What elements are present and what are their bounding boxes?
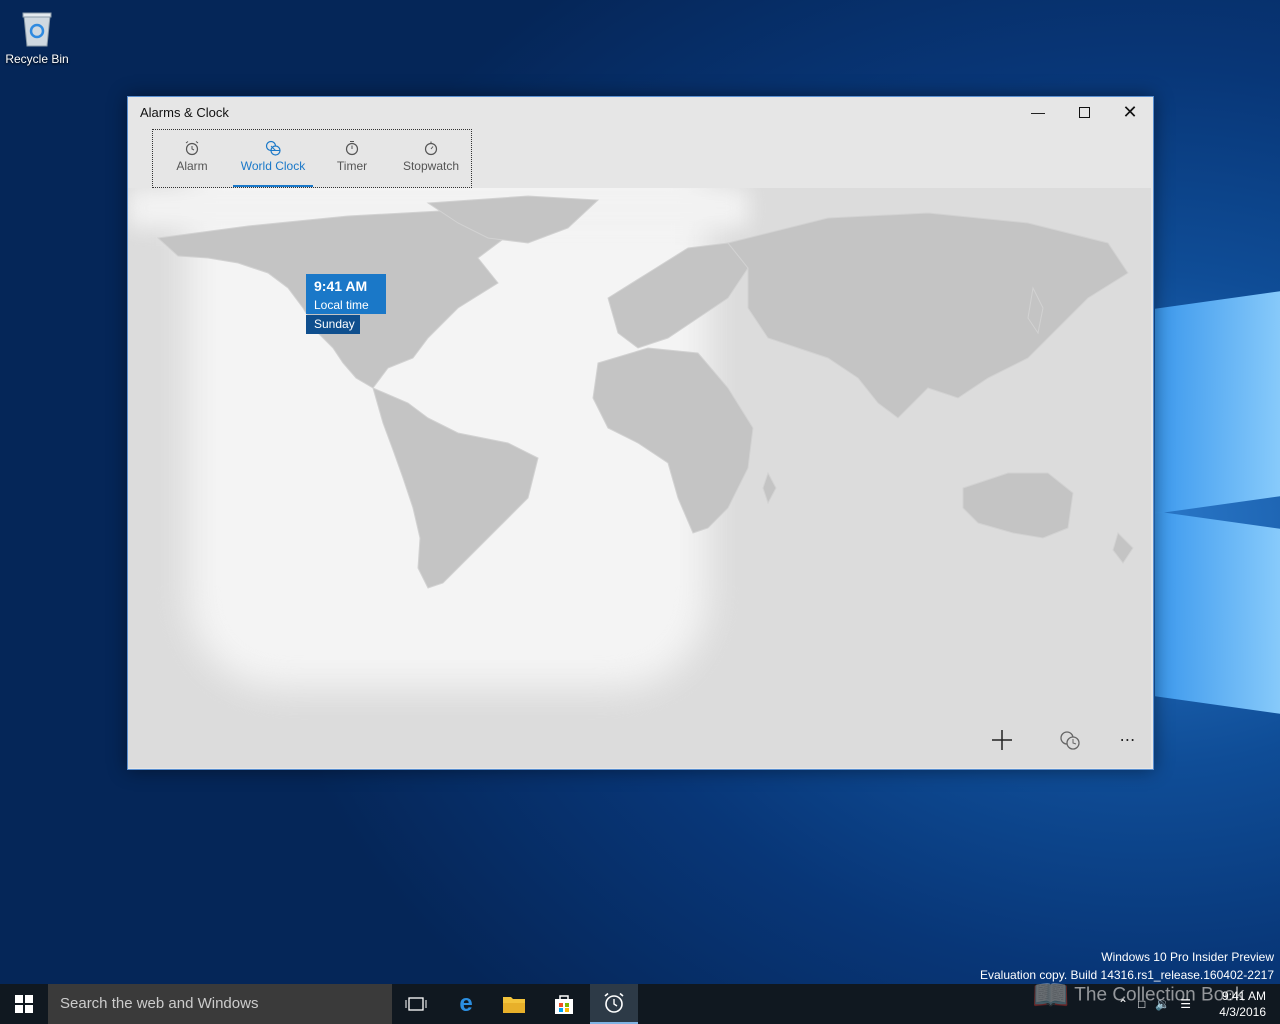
minimize-button[interactable]: —: [1015, 97, 1061, 127]
windows-logo-pane-bottom: [1155, 511, 1280, 714]
start-button[interactable]: [0, 984, 48, 1024]
edge-icon: e: [459, 990, 473, 1017]
folder-icon: [503, 997, 525, 1013]
tab-stopwatch[interactable]: Stopwatch: [391, 130, 471, 187]
alarm-clock-icon: [604, 992, 624, 1013]
world-map-land: [156, 195, 1134, 589]
minimize-icon: —: [1031, 104, 1045, 120]
store-button[interactable]: [540, 984, 588, 1024]
tab-world-clock-label: World Clock: [240, 159, 306, 173]
maximize-icon: [1078, 106, 1090, 118]
recycle-bin-label: Recycle Bin: [5, 52, 69, 66]
window-title: Alarms & Clock: [140, 105, 229, 120]
local-time-label: Local time: [314, 298, 369, 312]
tab-stopwatch-label: Stopwatch: [402, 159, 460, 173]
maximize-button[interactable]: [1061, 97, 1107, 127]
island-new-zealand: [1112, 532, 1134, 564]
store-icon: [555, 995, 573, 1014]
book-icon: 📖: [1032, 979, 1070, 1012]
windows-start-icon: [15, 995, 33, 1013]
close-button[interactable]: ✕: [1107, 97, 1153, 127]
task-view-button[interactable]: [392, 984, 440, 1024]
windows-logo-pane-top: [1155, 291, 1280, 514]
local-time-value: 9:41 AM: [314, 278, 368, 294]
tab-alarm-label: Alarm: [176, 159, 208, 173]
more-options-button[interactable]: ⋯: [1110, 728, 1146, 752]
island-madagascar: [762, 471, 777, 505]
task-view-icon: [405, 997, 427, 1011]
continent-africa: [592, 347, 754, 534]
collection-book-overlay: 📖 The Collection Book: [1032, 978, 1244, 1013]
close-icon: ✕: [1122, 101, 1138, 122]
stopwatch-icon: [424, 141, 438, 156]
tab-timer-label: Timer: [336, 159, 368, 173]
build-watermark-line1: Windows 10 Pro Insider Preview: [1101, 950, 1274, 964]
recycle-bin-icon: [20, 8, 54, 48]
collection-book-text: The Collection Book: [1074, 984, 1245, 1006]
continent-south-america: [372, 387, 539, 589]
title-bar[interactable]: Alarms & Clock — ✕: [128, 97, 1153, 127]
continent-asia: [727, 212, 1129, 419]
continent-australia: [962, 472, 1074, 539]
world-clock-icon: [265, 140, 281, 156]
edge-button[interactable]: e: [442, 984, 490, 1024]
file-explorer-button[interactable]: [490, 984, 538, 1024]
add-city-button[interactable]: [984, 728, 1020, 752]
world-map[interactable]: 9:41 AM Local time Sunday ⋯: [128, 188, 1151, 768]
local-day-badge: Sunday: [306, 315, 360, 334]
timer-icon: [345, 141, 359, 156]
local-time-pin[interactable]: 9:41 AM Local time: [306, 274, 386, 314]
search-box[interactable]: Search the web and Windows: [48, 984, 392, 1024]
recycle-bin-shortcut[interactable]: Recycle Bin: [4, 6, 70, 66]
tab-alarm[interactable]: Alarm: [153, 130, 231, 187]
more-icon: ⋯: [1119, 732, 1137, 749]
alarms-clock-taskbar-button[interactable]: [590, 984, 638, 1024]
tab-world-clock[interactable]: World Clock: [233, 130, 313, 187]
plus-icon: [992, 730, 1012, 750]
alarm-clock-icon: [185, 141, 199, 156]
compare-clock-icon: [1060, 731, 1080, 750]
compare-times-button[interactable]: [1052, 728, 1088, 752]
tab-bar: Alarm World Clock Timer Stopwatch: [152, 129, 472, 188]
tab-timer[interactable]: Timer: [313, 130, 391, 187]
alarms-clock-window: Alarms & Clock — ✕ Alarm World Clock Tim…: [127, 96, 1154, 770]
continent-europe: [607, 242, 749, 349]
